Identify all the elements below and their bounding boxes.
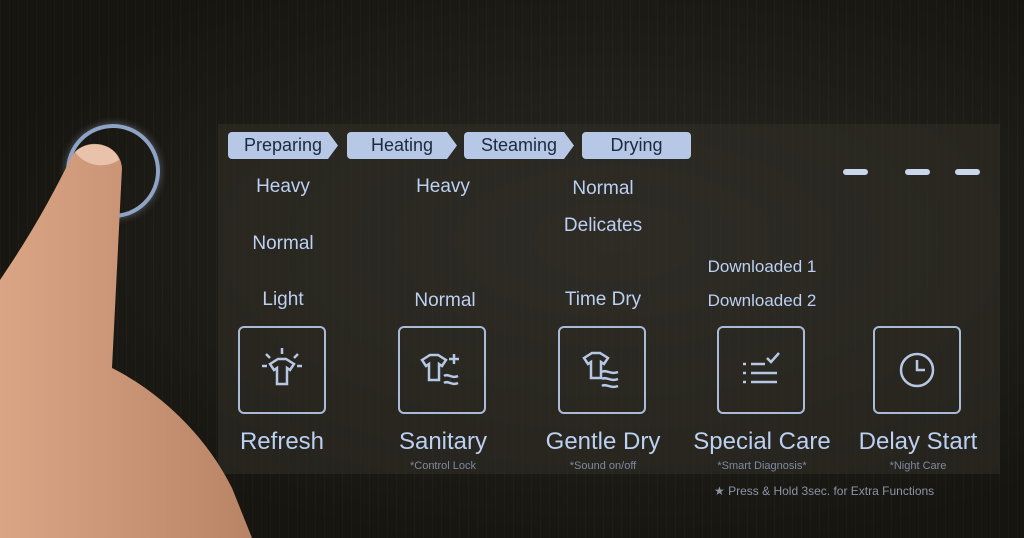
- course-light[interactable]: Light: [262, 289, 303, 311]
- sanitary-button[interactable]: [398, 326, 486, 414]
- course-normal[interactable]: Normal: [572, 178, 633, 200]
- display-dash: [843, 169, 868, 175]
- course-normal[interactable]: Normal: [252, 233, 313, 255]
- course-downloaded-2[interactable]: Downloaded 2: [708, 291, 817, 311]
- gentle-dry-shirt-icon: [582, 351, 619, 389]
- stage-drying: Drying: [582, 132, 691, 159]
- gentle-dry-button[interactable]: [558, 326, 646, 414]
- refresh-shirt-icon: [262, 348, 302, 386]
- stage-steaming: Steaming: [464, 132, 574, 159]
- extra-functions-note: ★ Press & Hold 3sec. for Extra Functions: [714, 484, 935, 498]
- stage-heating: Heating: [347, 132, 457, 159]
- special-care-button[interactable]: [717, 326, 805, 414]
- finger-hand: [0, 143, 252, 538]
- delay-start-button[interactable]: [873, 326, 961, 414]
- sound-sublabel: *Sound on/off: [569, 460, 637, 472]
- course-time-dry[interactable]: Time Dry: [565, 289, 641, 311]
- course-heavy[interactable]: Heavy: [256, 176, 310, 198]
- night-care-sublabel: *Night Care: [889, 460, 947, 472]
- gentle-dry-label: Gentle Dry: [545, 428, 661, 455]
- special-care-label: Special Care: [693, 428, 831, 455]
- course-downloaded-1[interactable]: Downloaded 1: [708, 257, 817, 277]
- display-dash: [905, 169, 930, 175]
- smart-diagnosis-sublabel: *Smart Diagnosis*: [717, 460, 807, 472]
- control-lock-sublabel: *Control Lock: [409, 460, 477, 472]
- clock-icon: [899, 352, 935, 388]
- display-dash: [955, 169, 980, 175]
- sanitary-shirt-icon: [420, 353, 459, 386]
- course-heavy[interactable]: Heavy: [416, 176, 470, 198]
- sanitary-label: Sanitary: [398, 428, 488, 455]
- course-delicates[interactable]: Delicates: [564, 215, 642, 237]
- delay-start-label: Delay Start: [858, 428, 978, 455]
- checklist-icon: [743, 352, 780, 384]
- course-normal[interactable]: Normal: [414, 290, 475, 312]
